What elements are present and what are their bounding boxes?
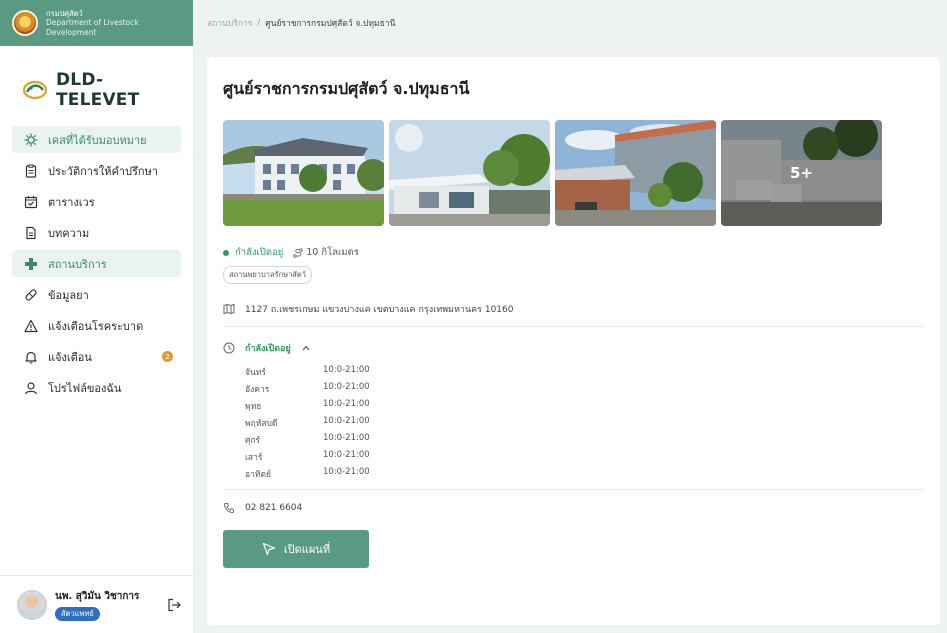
hours-time: 10:0-21:00 [323,467,370,477]
facility-photo-more[interactable]: 5+ [721,120,882,226]
breadcrumb-parent[interactable]: สถานบริการ [207,16,252,30]
sidebar-item-assigned-cases[interactable]: เคสที่ได้รับมอบหมาย [12,126,181,153]
profile-section: นพ. สุวิมัน วิชาการ สัตวแพทย์ [0,575,193,633]
sidebar-item-label: บทความ [48,226,90,240]
open-status-text: กำลังเปิดอยู่ [235,247,284,258]
breadcrumb-current: ศูนย์ราชการกรมปศุสัตว์ จ.ปทุมธานี [265,19,396,29]
org-header: กรมปศุสัตว์ Department of Livestock Deve… [0,0,193,46]
sidebar-item-service-locations[interactable]: สถานบริการ [12,250,181,277]
phone-row: 02 821 6604 [223,502,924,514]
opening-hours-section: กำลังเปิดอยู่ จันทร์ 10:0-21:00 อังคาร 10:… [223,341,924,490]
hours-toggle[interactable]: กำลังเปิดอยู่ [223,341,924,355]
user-icon [24,381,38,395]
profile-name: นพ. สุวิมัน วิชาการ [55,590,140,602]
more-photos-label: 5+ [721,120,882,226]
map-icon [223,303,235,315]
hours-status-text: กำลังเปิดอยู่ [245,344,291,354]
org-name-en: Department of Livestock Development [46,18,139,37]
clock-icon [223,342,235,354]
hours-day: เสาร์ [245,453,263,463]
hours-day: อังคาร [245,385,270,395]
hours-time: 10:0-21:00 [323,399,370,409]
avatar[interactable] [17,589,47,620]
distance: 10 กิโลเมตร [293,245,359,260]
plus-icon [24,257,38,271]
main-content: สถานบริการ / ศูนย์ราชการกรมปศุสัตว์ จ.ปท… [194,0,947,633]
hours-day: อาทิตย์ [245,470,271,480]
facility-photo[interactable] [389,120,550,226]
open-map-label: เปิดแผนที่ [283,543,331,556]
hours-time: 10:0-21:00 [323,382,370,392]
bell-icon [24,350,38,364]
hours-time: 10:0-21:00 [323,433,370,443]
hours-time: 10:0-21:00 [323,450,370,460]
distance-text: 10 กิโลเมตร [306,247,359,258]
sidebar-item-label: แจ้งเตือน [48,350,92,364]
org-logo [12,10,38,36]
page-title: ศูนย์ราชการกรมปศุสัตว์ จ.ปทุมธานี [223,79,470,98]
sidebar-item-label: ข้อมูลยา [48,288,89,302]
sidebar-item-articles[interactable]: บทความ [12,219,181,246]
virus-icon [24,133,38,147]
sidebar-item-outbreak-alerts[interactable]: แจ้งเตือนโรคระบาด [12,312,181,339]
hours-day: จันทร์ [245,368,266,378]
brand-name: DLD- TELEVET [56,70,140,110]
facility-photo[interactable] [555,120,716,226]
open-status-dot [223,249,229,256]
hours-list: จันทร์ 10:0-21:00 อังคาร 10:0-21:00 พุทธ 10… [245,365,924,481]
sidebar-item-label: ประวัติการให้คำปรึกษา [48,164,158,178]
facility-card: ศูนย์ราชการกรมปศุสัตว์ จ.ปทุมธานี 5+ กำล… [207,57,940,625]
profile-text: นพ. สุวิมัน วิชาการ สัตวแพทย์ [55,589,159,621]
sidebar-item-consult-history[interactable]: ประวัติการให้คำปรึกษา [12,157,181,184]
sidebar-item-label: แจ้งเตือนโรคระบาด [48,319,144,333]
address-row: 1127 ถ.เพชรเกษม แขวงบางแค เขตบางแค กรุงเ… [223,302,924,327]
hours-day: พุทธ [245,402,262,412]
brand-logo-icon [22,80,48,100]
brand[interactable]: DLD- TELEVET [0,46,193,126]
sidebar-item-notifications[interactable]: แจ้งเตือน 2 [12,343,181,370]
hours-day: พฤหัสบดี [245,419,278,429]
sidebar-item-label: เคสที่ได้รับมอบหมาย [48,133,147,147]
org-text: กรมปศุสัตว์ Department of Livestock Deve… [46,9,181,37]
status-row: กำลังเปิดอยู่ 10 กิโลเมตร [223,245,924,260]
warning-icon [24,319,38,333]
hours-day: ศุกร์ [245,436,261,446]
notification-count-badge: 2 [162,351,173,362]
clipboard-icon [24,164,38,178]
navigation-arrow-icon [262,542,275,556]
sidebar-item-label: ตารางเวร [48,195,95,209]
sidebar-item-drug-info[interactable]: ข้อมูลยา [12,281,181,308]
category-tag: สถานพยาบาลรักษาสัตว์ [223,266,312,284]
org-name-th: กรมปศุสัตว์ [46,8,83,18]
sidebar-item-my-profile[interactable]: โปรไฟล์ของฉัน [12,374,181,401]
sidebar-item-label: สถานบริการ [48,257,107,271]
open-map-button[interactable]: เปิดแผนที่ [223,530,369,568]
photo-gallery: 5+ [223,120,924,226]
role-badge: สัตวแพทย์ [55,606,100,621]
sidebar-item-schedule[interactable]: ตารางเวร [12,188,181,215]
hours-time: 10:0-21:00 [323,365,370,375]
calendar-check-icon [24,195,38,209]
sidebar: กรมปศุสัตว์ Department of Livestock Deve… [0,0,194,633]
phone-icon [224,503,234,513]
sidebar-nav: เคสที่ได้รับมอบหมาย ประวัติการให้คำปรึกษ… [0,126,193,401]
hours-time: 10:0-21:00 [323,416,370,426]
breadcrumb-separator: / [257,18,261,28]
document-icon [24,226,38,240]
sidebar-item-label: โปรไฟล์ของฉัน [48,381,122,395]
chevron-up-icon[interactable] [301,343,311,353]
facility-photo[interactable] [223,120,384,226]
breadcrumb: สถานบริการ / ศูนย์ราชการกรมปศุสัตว์ จ.ปท… [194,0,947,46]
address-text: 1127 ถ.เพชรเกษม แขวงบางแค เขตบางแค กรุงเ… [245,305,514,315]
logout-icon[interactable] [167,598,181,612]
app: กรมปศุสัตว์ Department of Livestock Deve… [0,0,947,633]
pill-icon [24,288,38,302]
route-icon [293,247,304,258]
phone-number[interactable]: 02 821 6604 [245,503,302,513]
